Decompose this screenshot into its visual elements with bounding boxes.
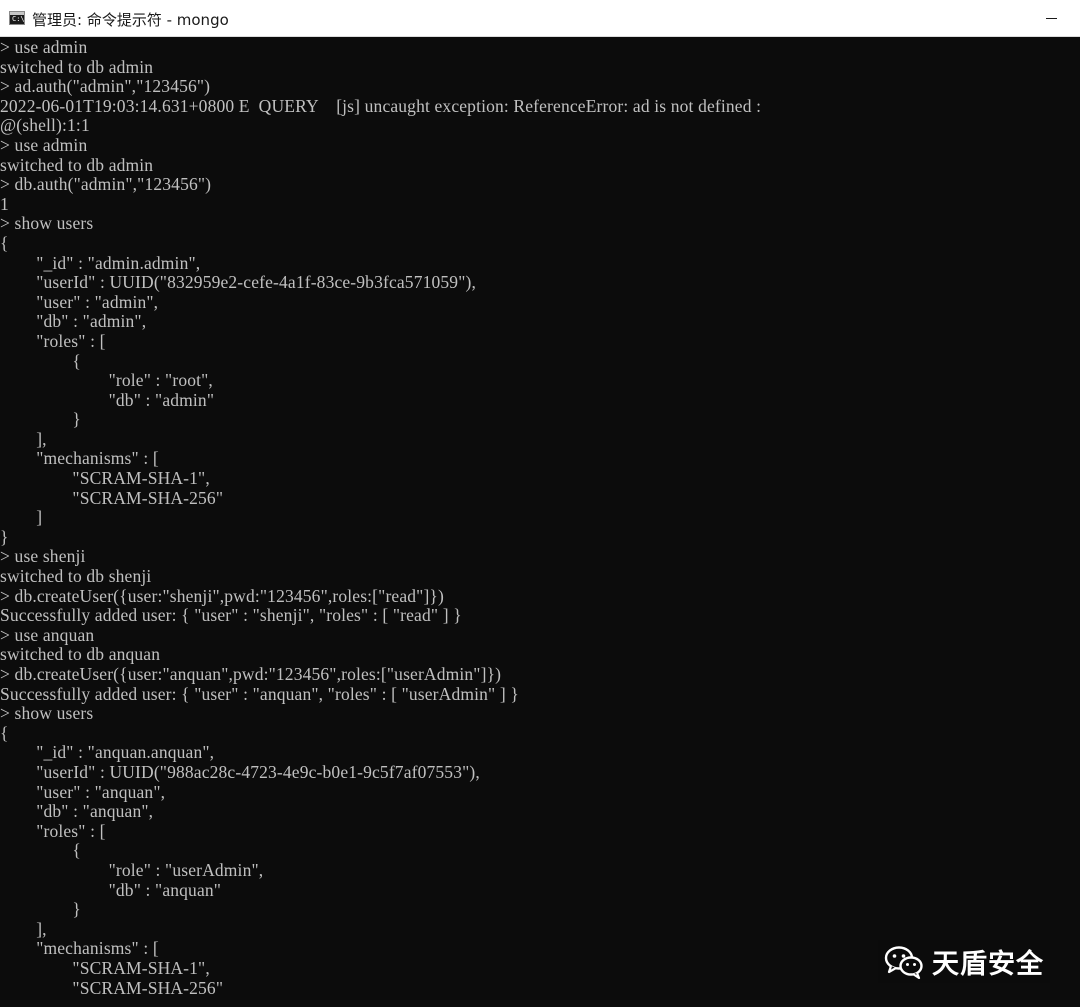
console-line: "user" : "anquan", [0, 781, 166, 802]
console-line: "mechanisms" : [ [0, 448, 159, 469]
window-title: 管理员: 命令提示符 - mongo [32, 11, 229, 29]
console-line: "_id" : "anquan.anquan", [0, 742, 215, 763]
console-line: > db.createUser({user:"shenji",pwd:"1234… [0, 585, 444, 606]
title-bar[interactable]: C:\. 管理员: 命令提示符 - mongo [0, 0, 1080, 37]
console-line: ] [0, 507, 43, 528]
console-line: { [0, 840, 81, 861]
console-line: > use admin [0, 38, 88, 57]
console-line: "db" : "admin" [0, 389, 215, 410]
console-line: > db.auth("admin","123456") [0, 174, 212, 195]
console-line: } [0, 899, 81, 920]
console-line: @(shell):1:1 [0, 115, 90, 136]
console-line: Successfully added user: { "user" : "anq… [0, 683, 519, 704]
console-line: } [0, 409, 81, 430]
console-line: > ad.auth("admin","123456") [0, 76, 211, 97]
console-line: "SCRAM-SHA-256" [0, 487, 224, 508]
console-line: { [0, 232, 9, 253]
watermark: 天盾安全 [878, 940, 1050, 983]
console-line: ], [0, 428, 47, 449]
console-line: } [0, 526, 9, 547]
console-line: 2022-06-01T19:03:14.631+0800 E QUERY [js… [0, 95, 762, 116]
console-line: "roles" : [ [0, 820, 106, 841]
console-line: switched to db shenji [0, 566, 152, 587]
console-line: > use anquan [0, 624, 95, 645]
console-line: "user" : "admin", [0, 291, 159, 312]
console-line: "userId" : UUID("832959e2-cefe-4a1f-83ce… [0, 272, 476, 293]
console-line: > show users [0, 703, 94, 724]
console-line: "SCRAM-SHA-1", [0, 468, 210, 489]
cmd-console-icon[interactable]: C:\. [9, 11, 29, 25]
wechat-icon [884, 945, 923, 979]
console-line: "_id" : "admin.admin", [0, 252, 201, 273]
console-line: "role" : "userAdmin", [0, 859, 264, 880]
console-line: "db" : "anquan", [0, 801, 154, 822]
console-output[interactable]: > use admin switched to db admin > ad.auth… [0, 38, 1080, 1007]
console-line: Successfully added user: { "user" : "she… [0, 605, 462, 626]
console-line: switched to db admin [0, 154, 154, 175]
console-line: "role" : "root", [0, 370, 213, 391]
minimize-button[interactable] [1024, 0, 1080, 36]
console-line: switched to db anquan [0, 644, 161, 665]
console-line: "db" : "anquan" [0, 879, 222, 900]
console-line: > use shenji [0, 546, 86, 567]
command-prompt-window: C:\. 管理员: 命令提示符 - mongo > use admin switc… [0, 0, 1080, 1007]
console-line: { [0, 350, 81, 371]
console-line: "roles" : [ [0, 330, 106, 351]
watermark-text: 天盾安全 [932, 949, 1044, 980]
console-line: ], [0, 918, 47, 939]
console-line: { [0, 722, 9, 743]
console-line: > show users [0, 213, 94, 234]
console-line: > db.createUser({user:"anquan",pwd:"1234… [0, 664, 502, 684]
cmd-icon-glyph: C:\. [12, 15, 29, 23]
console-line: > use admin [0, 134, 88, 155]
console-line: "userId" : UUID("988ac28c-4723-4e9c-b0e1… [0, 761, 480, 782]
console-line: "db" : "admin", [0, 311, 147, 332]
console-line: 1 [0, 193, 9, 214]
console-line: switched to db admin [0, 56, 154, 77]
